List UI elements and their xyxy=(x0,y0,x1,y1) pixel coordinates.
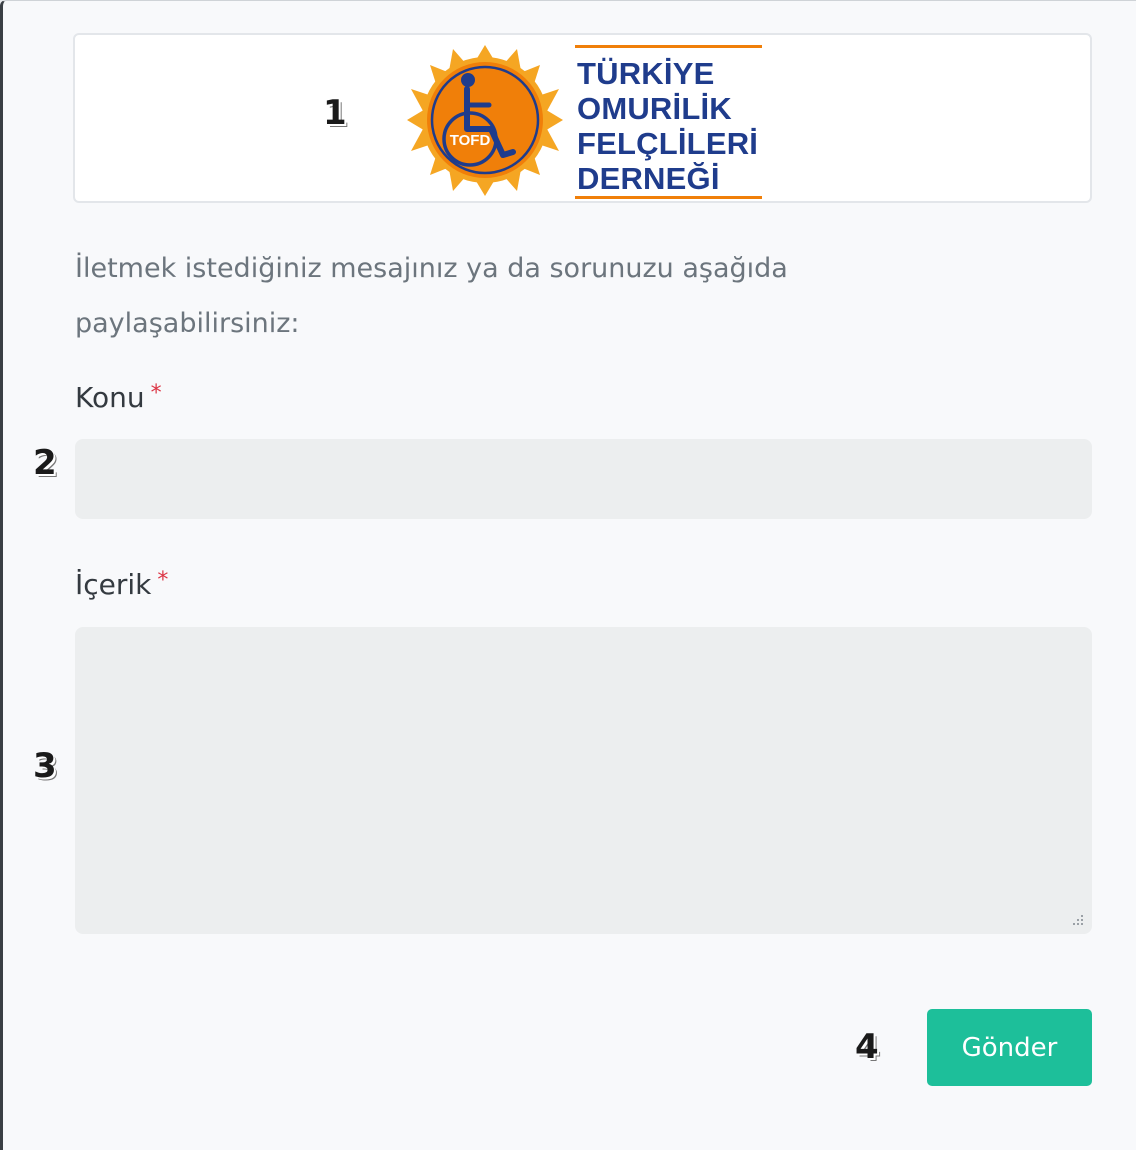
annotation-marker-2: 2 xyxy=(33,443,57,483)
annotation-marker-4: 4 xyxy=(855,1027,879,1067)
required-mark: * xyxy=(157,568,169,593)
organization-name: TÜRKİYE OMURİLİK FELÇLİLERİ DERNEĞİ xyxy=(575,45,762,199)
subject-label: Konu * xyxy=(75,381,162,414)
emblem-text: TOFD xyxy=(450,132,491,149)
resize-grip-icon[interactable] xyxy=(1069,913,1085,929)
subject-input[interactable] xyxy=(75,439,1092,519)
annotation-marker-1: 1 xyxy=(323,93,347,133)
tofd-emblem-icon: TOFD xyxy=(407,45,563,196)
intro-text: İletmek istediğiniz mesajınız ya da soru… xyxy=(75,253,788,339)
content-label: İçerik * xyxy=(75,568,168,601)
org-name-line: FELÇLİLERİ xyxy=(577,126,759,161)
content-textarea[interactable] xyxy=(75,627,1092,934)
feedback-modal: TOFD TÜRKİYE OMURİLİK FELÇLİLERİ DERNEĞİ… xyxy=(0,0,1136,1150)
org-name-line: OMURİLİK xyxy=(577,91,732,126)
required-mark: * xyxy=(150,381,162,406)
logo-card: TOFD TÜRKİYE OMURİLİK FELÇLİLERİ DERNEĞİ xyxy=(73,33,1092,203)
subject-label-text: Konu xyxy=(75,381,145,414)
submit-button[interactable]: Gönder xyxy=(927,1009,1092,1086)
annotation-marker-3: 3 xyxy=(33,746,57,786)
org-name-line: DERNEĞİ xyxy=(577,161,720,196)
content-label-text: İçerik xyxy=(75,568,152,601)
org-name-line: TÜRKİYE xyxy=(577,56,715,91)
